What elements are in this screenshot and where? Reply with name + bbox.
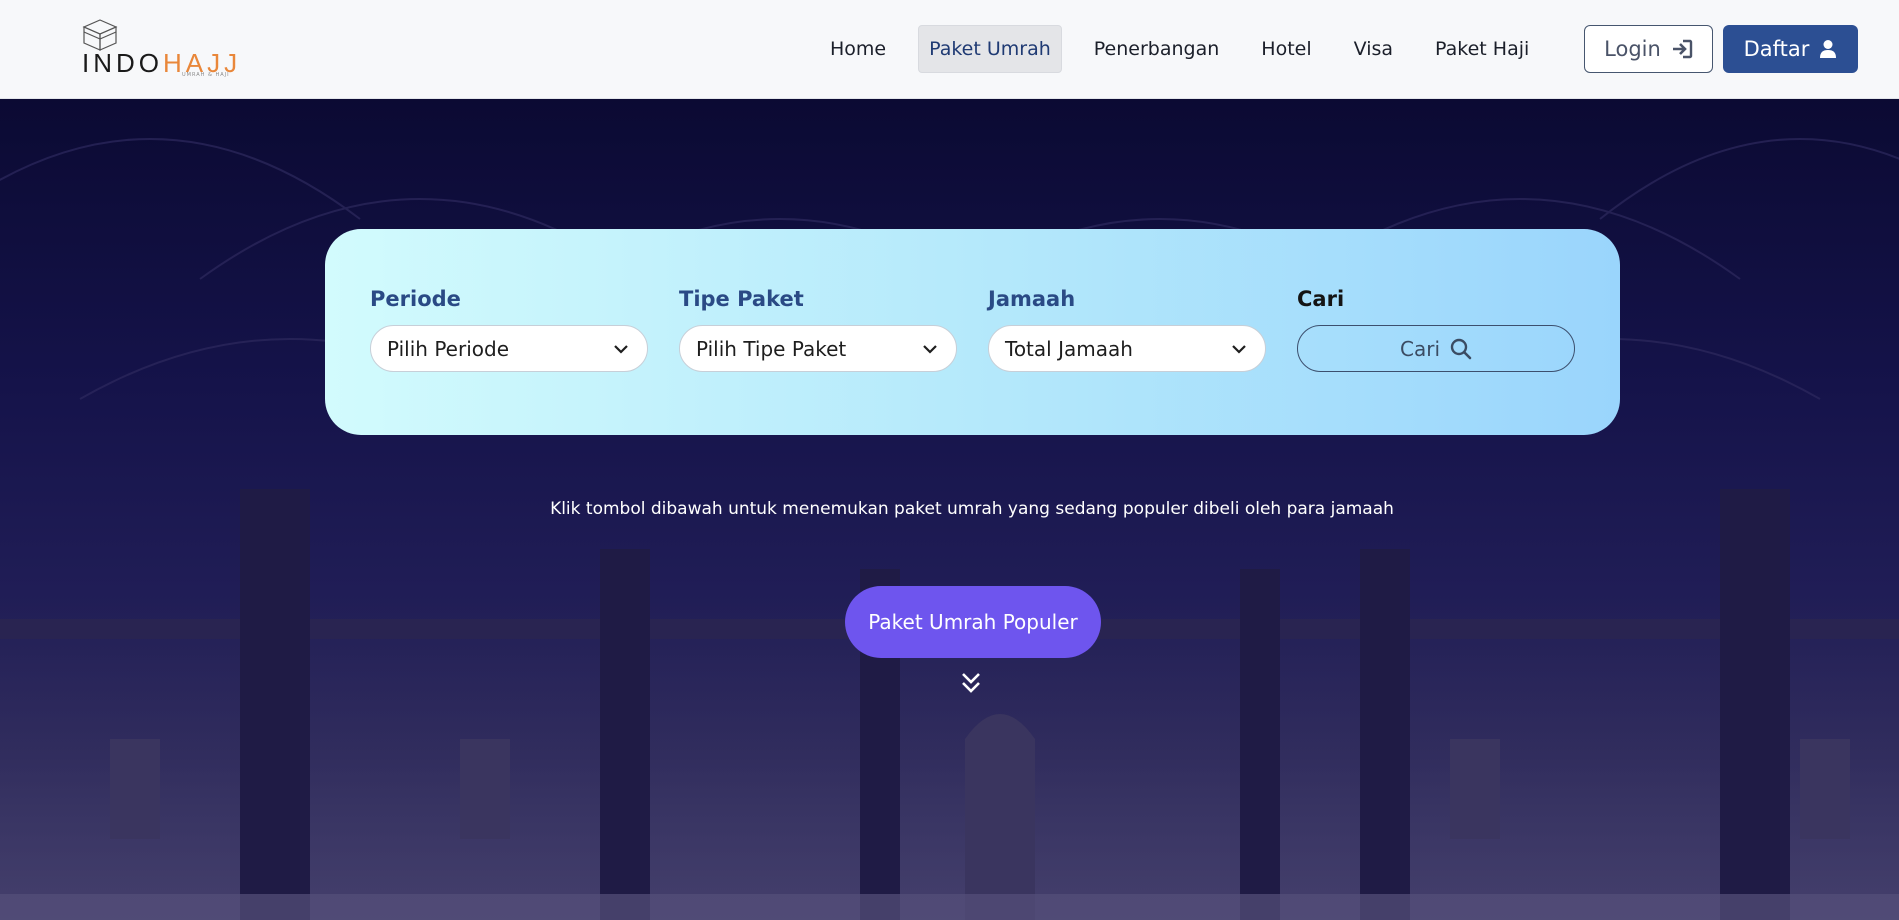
- main-nav: Home Paket Umrah Penerbangan Hotel Visa …: [820, 25, 1561, 73]
- register-label: Daftar: [1743, 37, 1810, 61]
- periode-field: Periode Pilih Periode: [370, 287, 648, 372]
- hero-description: Klik tombol dibawah untuk menemukan pake…: [550, 499, 1394, 519]
- register-button[interactable]: Daftar: [1723, 25, 1858, 73]
- jamaah-field: Jamaah Total Jamaah: [988, 287, 1266, 372]
- kaaba-icon: [82, 19, 118, 51]
- nav-paket-haji[interactable]: Paket Haji: [1425, 25, 1539, 73]
- jamaah-value: Total Jamaah: [1005, 336, 1133, 361]
- chevron-down-icon: [923, 345, 937, 354]
- chevron-down-icon: [614, 345, 628, 354]
- popular-umrah-button[interactable]: Paket Umrah Populer: [845, 586, 1101, 658]
- cari-field: Cari Cari: [1297, 287, 1575, 372]
- nav-paket-umrah[interactable]: Paket Umrah: [918, 25, 1062, 73]
- search-icon: [1450, 338, 1472, 359]
- brand-name-part1: INDO: [82, 48, 163, 78]
- chevron-down-icon: [1232, 345, 1246, 354]
- sign-in-icon: [1672, 39, 1693, 59]
- jamaah-label: Jamaah: [988, 287, 1076, 311]
- hero-section: Periode Pilih Periode Tipe Paket Pilih T…: [0, 99, 1899, 920]
- search-button[interactable]: Cari: [1297, 325, 1575, 372]
- login-label: Login: [1604, 37, 1661, 61]
- tipe-paket-value: Pilih Tipe Paket: [696, 336, 847, 361]
- cari-label: Cari: [1297, 287, 1345, 311]
- tipe-paket-select[interactable]: Pilih Tipe Paket: [679, 325, 957, 372]
- search-button-label: Cari: [1400, 336, 1440, 361]
- login-button[interactable]: Login: [1584, 25, 1713, 73]
- search-card: Periode Pilih Periode Tipe Paket Pilih T…: [325, 229, 1620, 435]
- double-chevron-down-icon[interactable]: [960, 671, 982, 695]
- nav-home[interactable]: Home: [820, 25, 896, 73]
- navbar: INDOHAJJ UMRAH & HAJI Home Paket Umrah P…: [0, 0, 1899, 99]
- nav-visa[interactable]: Visa: [1344, 25, 1403, 73]
- nav-hotel[interactable]: Hotel: [1251, 25, 1321, 73]
- tipe-paket-field: Tipe Paket Pilih Tipe Paket: [679, 287, 957, 372]
- nav-penerbangan[interactable]: Penerbangan: [1084, 25, 1230, 73]
- periode-value: Pilih Periode: [387, 336, 509, 361]
- jamaah-select[interactable]: Total Jamaah: [988, 325, 1266, 372]
- brand-logo[interactable]: INDOHAJJ UMRAH & HAJI: [82, 18, 237, 80]
- user-icon: [1820, 40, 1837, 58]
- tipe-paket-label: Tipe Paket: [679, 287, 804, 311]
- periode-label: Periode: [370, 287, 461, 311]
- periode-select[interactable]: Pilih Periode: [370, 325, 648, 372]
- brand-tagline: UMRAH & HAJI: [182, 72, 230, 78]
